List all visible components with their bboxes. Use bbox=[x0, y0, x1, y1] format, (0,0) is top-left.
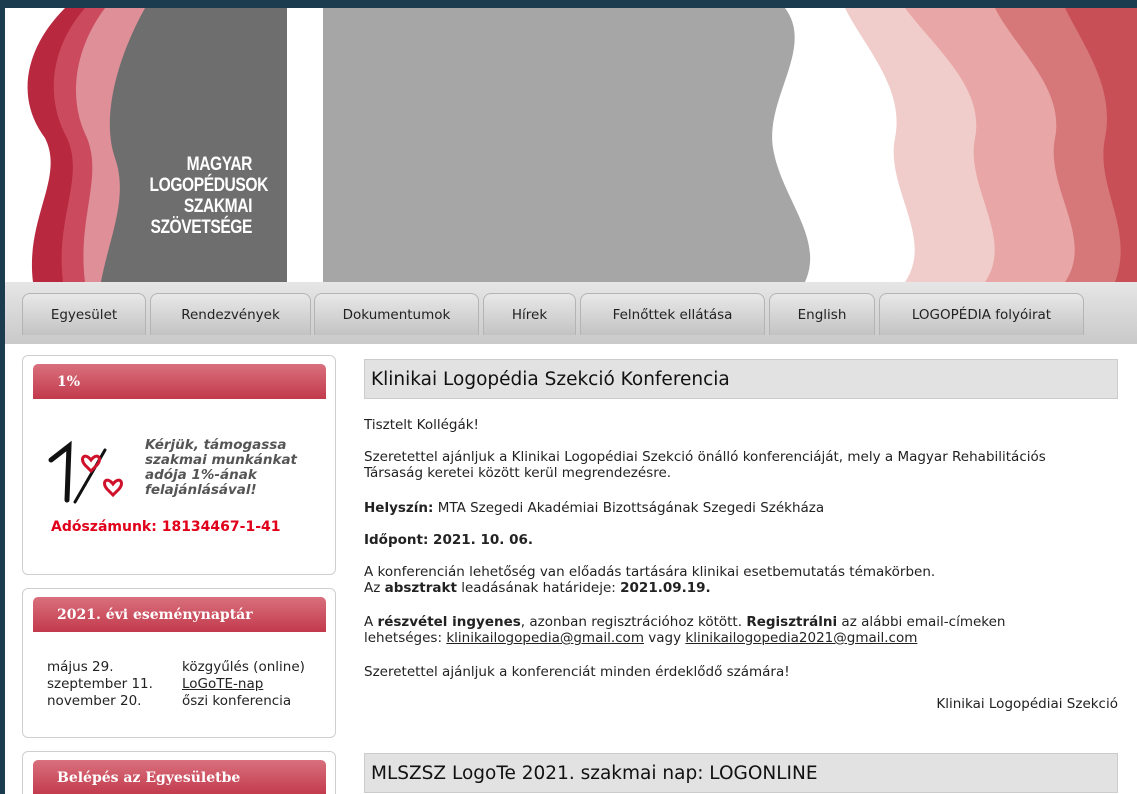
article-intro: Szeretettel ajánljuk a Klinikai Logopédi… bbox=[364, 449, 1124, 481]
date-label: Időpont: 2021. 10. 06. bbox=[364, 532, 533, 548]
appeal-line-3: adója 1%-ának bbox=[145, 467, 257, 483]
nav-item-dokumentumok[interactable]: Dokumentumok bbox=[314, 293, 479, 335]
event-name: közgyűlés (online) bbox=[182, 659, 305, 675]
abstract-mid: leadásának határideje: bbox=[456, 580, 621, 596]
event-calendar-header: 2021. évi eseménynaptár bbox=[33, 597, 326, 632]
page: MAGYAR LOGOPÉDUSOK SZAKMAI SZÖVETSÉGE Eg… bbox=[5, 8, 1137, 794]
participation-mid: , azonban regisztrációhoz kötött. bbox=[520, 614, 747, 630]
nav-item-rendezvenyek[interactable]: Rendezvények bbox=[150, 293, 311, 335]
logo-line-3: SZAKMAI bbox=[183, 196, 253, 217]
article-closing: Szeretettel ajánljuk a konferenciát mind… bbox=[364, 664, 790, 680]
one-percent-appeal: Kérjük, támogassa szakmai munkánkat adój… bbox=[145, 438, 325, 498]
participation-bold: részvétel ingyenes bbox=[377, 614, 521, 630]
one-percent-box: 1% Kérjük, támogassa szakmai munkánkat a… bbox=[22, 355, 336, 575]
article-title[interactable]: MLSZSZ LogoTe 2021. szakmai nap: LOGONLI… bbox=[364, 753, 1118, 793]
logo-text[interactable]: MAGYAR LOGOPÉDUSOK SZAKMAI SZÖVETSÉGE bbox=[149, 154, 269, 238]
intro-line-1: Szeretettel ajánljuk a Klinikai Logopédi… bbox=[364, 449, 1046, 465]
email-or: vagy bbox=[643, 630, 686, 646]
article-location: Helyszín: MTA Szegedi Akadémiai Bizottsá… bbox=[364, 500, 1124, 516]
logo-line-1: MAGYAR bbox=[186, 154, 253, 175]
participation-line: A részvétel ingyenes, azonban regisztrác… bbox=[364, 614, 1124, 630]
login-box: Belépés az Egyesületbe bbox=[22, 751, 336, 794]
register-bold: Regisztrálni bbox=[746, 614, 838, 630]
register-post: az alábbi email-címeken bbox=[837, 614, 1006, 630]
location-label: Helyszín: bbox=[364, 500, 434, 516]
event-calendar-box: 2021. évi eseménynaptár május 29. közgyű… bbox=[22, 588, 336, 738]
location-value: MTA Szegedi Akadémiai Bizottságának Szeg… bbox=[437, 500, 825, 516]
tax-number: Adószámunk: 18134467-1-41 bbox=[51, 519, 281, 535]
appeal-line-4: felajánlásával! bbox=[145, 482, 257, 498]
article-title[interactable]: Klinikai Logopédia Szekció Konferencia bbox=[364, 359, 1118, 399]
event-date: november 20. bbox=[47, 693, 142, 709]
article-signature: Klinikai Logopédiai Szekció bbox=[936, 696, 1118, 712]
abstract-pre: Az bbox=[364, 580, 385, 596]
article-participation: A részvétel ingyenes, azonban regisztrác… bbox=[364, 614, 1124, 646]
nav-item-hirek[interactable]: Hírek bbox=[483, 293, 576, 335]
email-pre: lehetséges: bbox=[364, 630, 447, 646]
banner-artwork bbox=[27, 8, 1137, 282]
event-link-logote-nap[interactable]: LoGoTE-nap bbox=[182, 676, 263, 692]
email-link-1[interactable]: klinikailogopedia@gmail.com bbox=[446, 630, 644, 646]
email-link-2[interactable]: klinikailogopedia2021@gmail.com bbox=[685, 630, 917, 646]
event-name: őszi konferencia bbox=[182, 693, 292, 709]
presentation-line: A konferencián lehetőség van előadás tar… bbox=[364, 564, 936, 580]
intro-line-2: Társaság keretei között kerül megrendezé… bbox=[364, 465, 672, 481]
article-greeting: Tisztelt Kollégák! bbox=[364, 417, 479, 433]
nav-item-felnottek-ellatasa[interactable]: Felnőttek ellátása bbox=[580, 293, 765, 335]
logo-line-4: SZÖVETSÉGE bbox=[150, 217, 252, 238]
one-percent-header: 1% bbox=[33, 364, 326, 399]
main-navigation: Egyesület Rendezvények Dokumentumok Híre… bbox=[5, 282, 1137, 344]
abstract-deadline: 2021.09.19. bbox=[620, 580, 711, 596]
one-percent-heart-icon bbox=[48, 440, 123, 504]
nav-item-egyesulet[interactable]: Egyesület bbox=[22, 293, 146, 335]
event-date: szeptember 11. bbox=[47, 676, 153, 692]
nav-item-english[interactable]: English bbox=[769, 293, 875, 335]
abstract-bold: absztrakt bbox=[384, 580, 457, 596]
email-line: lehetséges: klinikailogopedia@gmail.com … bbox=[364, 630, 1124, 646]
login-header[interactable]: Belépés az Egyesületbe bbox=[33, 760, 326, 794]
appeal-line-1: Kérjük, támogassa bbox=[145, 437, 287, 453]
article-presentation: A konferencián lehetőség van előadás tar… bbox=[364, 564, 1124, 596]
logo-line-2: LOGOPÉDUSOK bbox=[149, 175, 269, 196]
event-date: május 29. bbox=[47, 659, 114, 675]
abstract-line: Az absztrakt leadásának határideje: 2021… bbox=[364, 580, 1124, 596]
nav-item-logopedia-folyoirat[interactable]: LOGOPÉDIA folyóirat bbox=[879, 293, 1084, 335]
participation-pre: A bbox=[364, 614, 378, 630]
header-banner: MAGYAR LOGOPÉDUSOK SZAKMAI SZÖVETSÉGE bbox=[5, 8, 1137, 282]
article-date: Időpont: 2021. 10. 06. bbox=[364, 532, 1124, 548]
appeal-line-2: szakmai munkánkat bbox=[145, 452, 298, 468]
